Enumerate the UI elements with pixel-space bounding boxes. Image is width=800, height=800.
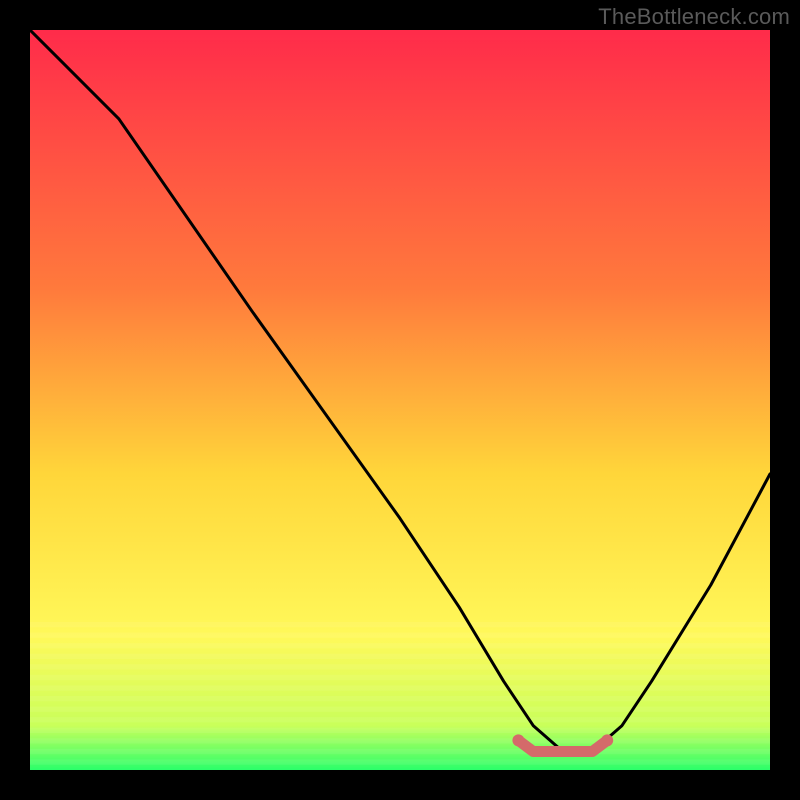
band-stripe: [30, 749, 770, 754]
band-stripe: [30, 622, 770, 627]
watermark-text: TheBottleneck.com: [598, 4, 790, 30]
optimal-range-endpoint: [601, 734, 613, 746]
band-stripe: [30, 738, 770, 743]
band-stripe: [30, 717, 770, 722]
band-stripe: [30, 633, 770, 638]
bottleneck-chart: [30, 30, 770, 770]
band-stripe: [30, 759, 770, 764]
band-stripe: [30, 643, 770, 648]
band-stripe: [30, 707, 770, 712]
band-stripe: [30, 696, 770, 701]
optimal-range-endpoint: [512, 734, 524, 746]
chart-svg: [30, 30, 770, 770]
band-stripe: [30, 654, 770, 659]
chart-container: TheBottleneck.com: [0, 0, 800, 800]
band-stripe: [30, 728, 770, 733]
band-stripe: [30, 685, 770, 690]
band-stripe: [30, 675, 770, 680]
